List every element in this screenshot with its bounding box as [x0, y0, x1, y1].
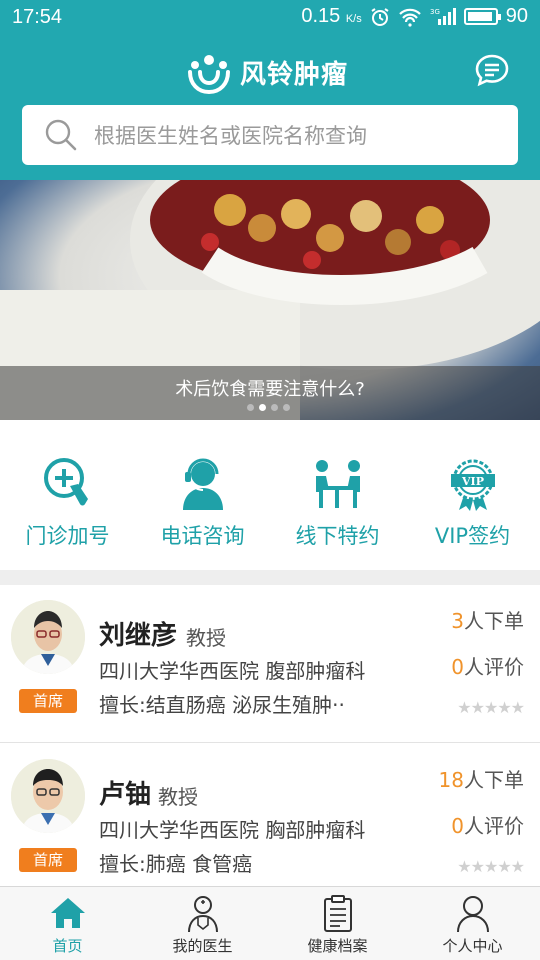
battery-icon [463, 8, 501, 25]
tab-label: 我的医生 [172, 937, 233, 955]
carousel-dot-active [259, 404, 266, 411]
search-bar[interactable]: 根据医生姓名或医院名称查询 [22, 105, 518, 165]
tab-my-doctor[interactable]: 我的医生 [135, 887, 270, 960]
tab-label: 个人中心 [442, 937, 503, 955]
service-label: 电话咨询 [160, 524, 245, 548]
service-phone-consult[interactable]: 电话咨询 [135, 420, 270, 570]
doctor-title: 教授 [186, 626, 226, 650]
doctor-card[interactable]: 首席 刘继彦 教授 四川大学华西医院 腹部肿瘤科 擅长:结直肠癌 泌尿生殖肿··… [0, 585, 540, 743]
search-input[interactable]: 根据医生姓名或医院名称查询 [94, 120, 367, 150]
app-title: 风铃肿瘤 [240, 59, 349, 90]
avatar [11, 759, 85, 833]
review-count-suffix: 人评价 [464, 814, 524, 838]
banner-caption-bar: 术后饮食需要注意什么? [0, 366, 540, 420]
review-count: 0人评价 [451, 651, 524, 680]
net-speed-value: 0.15 [301, 5, 341, 27]
status-right: 0.15 K/s 3G 90 [301, 5, 528, 28]
doctor-photo [11, 759, 85, 833]
chief-badge: 首席 [19, 689, 77, 713]
phone-consult-icon [182, 458, 223, 510]
chat-bubble-icon[interactable] [474, 53, 510, 87]
doctor-hospital: 四川大学华西医院 胸部肿瘤科 [99, 818, 366, 842]
banner-caption: 术后饮食需要注意什么? [175, 379, 365, 400]
review-count: 0人评价 [451, 810, 524, 839]
tab-home[interactable]: 首页 [0, 887, 135, 960]
rating-stars-icon: ★★★★★ [457, 857, 525, 876]
avatar [11, 600, 85, 674]
doctor-title: 教授 [158, 785, 198, 809]
section-divider [0, 570, 540, 585]
tab-label: 健康档案 [307, 937, 368, 955]
carousel-dot [271, 404, 278, 411]
order-count-suffix: 人下单 [464, 768, 524, 792]
bottom-tab-bar: 首页 我的医生 健康档案 个人中心 [0, 886, 540, 960]
service-label: VIP签约 [434, 524, 511, 548]
alarm-icon [371, 7, 389, 26]
service-label: 门诊加号 [25, 524, 110, 548]
net-speed-unit: K/s [345, 13, 362, 25]
service-clinic-plus[interactable]: 门诊加号 [0, 420, 135, 570]
people-logo-icon [188, 55, 230, 94]
home-icon [50, 898, 85, 928]
review-count-suffix: 人评价 [464, 655, 524, 679]
clipboard-icon [323, 895, 352, 932]
status-time: 17:54 [12, 6, 63, 28]
battery-level: 90 [505, 5, 528, 27]
doctor-name: 刘继彦 [99, 621, 178, 651]
tab-label: 首页 [52, 937, 83, 955]
carousel-dot [283, 404, 290, 411]
status-bar: 17:54 0.15 K/s 3G 90 [0, 0, 540, 36]
signal-type: 3G [430, 8, 440, 16]
doctor-specialty: 擅长:结直肠癌 泌尿生殖肿·· [99, 693, 345, 717]
app-header: 风铃肿瘤 根据医生姓名或医院名称查询 [0, 36, 540, 180]
clinic-plus-icon [43, 458, 88, 506]
person-icon [456, 896, 489, 933]
svg-text:VIP: VIP [461, 475, 484, 488]
order-count-num: 18 [438, 768, 464, 792]
tab-health-record[interactable]: 健康档案 [270, 887, 405, 960]
order-count: 3人下单 [451, 605, 524, 634]
doctor-specialty: 擅长:肺癌 食管癌 [99, 852, 253, 876]
order-count: 18人下单 [439, 764, 524, 793]
carousel-dots [247, 404, 290, 411]
banner-carousel[interactable]: 术后饮食需要注意什么? [0, 180, 540, 420]
offline-meeting-icon [315, 460, 360, 508]
doctor-hospital: 四川大学华西医院 腹部肿瘤科 [99, 659, 366, 683]
order-count-suffix: 人下单 [464, 609, 524, 633]
tab-profile[interactable]: 个人中心 [405, 887, 540, 960]
review-count-num: 0 [451, 814, 464, 838]
service-offline-meeting[interactable]: 线下特约 [270, 420, 405, 570]
brand: 风铃肿瘤 [186, 50, 348, 94]
net-speed: 0.15 K/s [301, 5, 361, 28]
wifi-icon [398, 8, 421, 27]
doctor-name: 卢铀 [99, 780, 152, 810]
doctor-card[interactable]: 首席 卢铀 教授 四川大学华西医院 胸部肿瘤科 擅长:肺癌 食管癌 18人下单 … [0, 744, 540, 902]
chief-badge: 首席 [19, 848, 77, 872]
rating-stars-icon: ★★★★★ [457, 698, 525, 717]
service-label: 线下特约 [295, 524, 380, 548]
signal-icon: 3G [430, 7, 456, 25]
carousel-dot [247, 404, 254, 411]
review-count-num: 0 [451, 655, 464, 679]
doctor-photo [11, 600, 85, 674]
service-vip-sign[interactable]: VIP VIP签约 [405, 420, 540, 570]
order-count-num: 3 [451, 609, 464, 633]
search-icon [45, 119, 77, 151]
doctor-icon [187, 896, 218, 933]
service-grid: 门诊加号 电话咨询 线下特约 VIP VIP签约 [0, 420, 540, 570]
vip-badge-icon: VIP [450, 459, 495, 511]
